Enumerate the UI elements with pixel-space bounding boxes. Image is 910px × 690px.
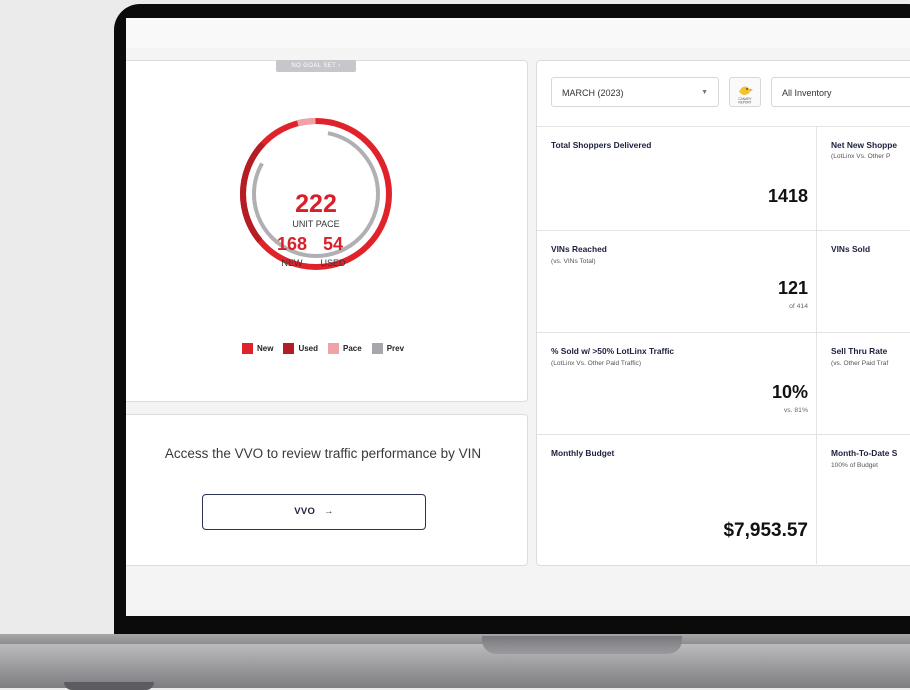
kpi-toolbar: MARCH (2023) ▼ CANARY REPORT All Invento…	[537, 61, 910, 127]
month-select-value: MARCH (2023)	[562, 88, 624, 98]
legend-pace-label: Pace	[343, 344, 362, 353]
kpi-card	[536, 60, 910, 566]
new-label: NEW	[281, 258, 303, 268]
vvo-card	[126, 414, 528, 566]
used-label: USED	[320, 258, 346, 268]
legend-prev-label: Prev	[386, 344, 405, 353]
kpi-pct-sold-sub: (LotLinx Vs. Other Paid Traffic)	[551, 360, 642, 367]
kpi-vins-reached-sub: (vs. VINs Total)	[551, 258, 596, 265]
kpi-mtd-sub: 100% of Budget	[831, 462, 878, 469]
kpi-total-shoppers-title: Total Shoppers Delivered	[551, 140, 652, 150]
vvo-button[interactable]: VVO →	[202, 494, 426, 530]
kpi-mtd-title: Month-To-Date S	[831, 448, 898, 458]
unit-pace-label: UNIT PACE	[292, 219, 340, 229]
kpi-vins-reached-value: 121	[777, 278, 808, 298]
canary-bird-icon: CANARY REPORT	[738, 86, 753, 105]
kpi-monthly-budget-title: Monthly Budget	[551, 448, 615, 458]
goal-pill-arrow-icon: ›	[338, 63, 341, 69]
kpi-divider	[537, 126, 910, 127]
kpi-pct-sold-value: 10%	[771, 382, 808, 402]
canary-report-button[interactable]: CANARY REPORT	[729, 77, 761, 107]
legend-used-swatch	[283, 343, 295, 354]
kpi-divider	[537, 332, 910, 333]
kpi-pct-sold-vs: vs. 81%	[783, 407, 808, 414]
kpi-net-new-sub: (LotLinx Vs. Other P	[831, 153, 891, 160]
svg-text:REPORT: REPORT	[738, 101, 751, 105]
inventory-select[interactable]: All Inventory	[771, 77, 910, 107]
month-select[interactable]: MARCH (2023) ▼	[551, 77, 719, 107]
ring-legend: New Used Pace Prev	[236, 343, 404, 354]
legend-new-swatch	[242, 343, 253, 354]
laptop-notch	[482, 636, 682, 654]
screen: NO GOAL SET › 222 UNIT PACE 168 54 NEW U…	[126, 18, 910, 616]
kpi-divider	[537, 230, 910, 231]
legend-pace-swatch	[328, 343, 340, 354]
kpi-vins-sold-title: VINs Sold	[831, 244, 871, 254]
kpi-divider	[537, 434, 910, 435]
goal-pill[interactable]: NO GOAL SET ›	[276, 60, 356, 72]
kpi-net-new-title: Net New Shoppe	[831, 140, 898, 150]
legend-prev-swatch	[371, 343, 383, 354]
kpi-vins-reached-of: of 414	[789, 303, 808, 310]
vvo-button-label: VVO	[294, 506, 316, 517]
chevron-down-icon: ▼	[701, 89, 708, 96]
legend-used-label: Used	[298, 344, 319, 353]
arrow-right-icon: →	[323, 506, 334, 517]
kpi-divider	[816, 126, 817, 564]
kpi-sell-thru-title: Sell Thru Rate	[831, 346, 888, 356]
kpi-total-shoppers-value: 1418	[767, 186, 808, 206]
kpi-monthly-budget-value: $7,953.57	[723, 520, 808, 541]
goal-pill-label: NO GOAL SET	[291, 63, 337, 69]
legend-new-label: New	[257, 344, 274, 353]
used-value: 54	[322, 234, 344, 254]
laptop-foot	[64, 682, 154, 690]
new-value: 168	[276, 234, 308, 254]
unit-pace-value: 222	[295, 190, 337, 218]
top-strip	[126, 18, 910, 48]
inventory-select-value: All Inventory	[782, 88, 832, 98]
laptop-base-lip	[0, 634, 910, 644]
kpi-vins-reached-title: VINs Reached	[551, 244, 607, 254]
kpi-pct-sold-title: % Sold w/ >50% LotLinx Traffic	[551, 346, 675, 356]
kpi-sell-thru-sub: (vs. Other Paid Traf	[831, 360, 889, 367]
vvo-description: Access the VVO to review traffic perform…	[164, 446, 482, 461]
